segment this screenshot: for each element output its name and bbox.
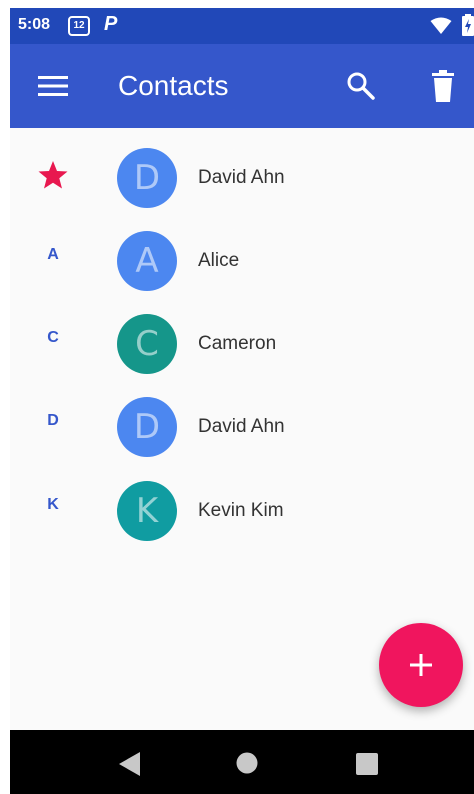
avatar: D [117,148,177,208]
wifi-icon [430,17,452,34]
contact-name: David Ahn [198,167,285,188]
navigation-bar [10,730,474,794]
app-bar: Contacts [10,44,474,128]
status-bar: 5:08 12 P [10,8,474,44]
home-icon[interactable] [236,752,258,774]
menu-icon[interactable] [38,76,68,96]
delete-icon[interactable] [432,70,454,102]
contact-row-starred[interactable]: D David Ahn [10,136,474,219]
status-time: 5:08 [18,16,51,33]
contact-name: Cameron [198,333,277,354]
contact-name: Kevin Kim [198,500,284,521]
avatar: K [117,481,177,541]
back-icon[interactable] [118,752,140,776]
avatar: A [117,231,177,291]
add-contact-button[interactable] [379,623,463,707]
search-icon[interactable] [346,71,376,101]
avatar: C [117,314,177,374]
contact-row[interactable]: C C Cameron [10,302,474,385]
phone-screen: 5:08 12 P Contacts D David Ahn A A Alice… [10,8,474,794]
section-letter: A [47,246,59,263]
contact-name: David Ahn [198,416,285,437]
notification-badge: 12 [68,16,90,36]
p-icon: P [104,13,118,35]
add-icon [410,654,432,676]
battery-icon [462,14,474,36]
contact-row[interactable]: A A Alice [10,219,474,302]
contact-row[interactable]: D D David Ahn [10,385,474,468]
contact-name: Alice [198,250,240,271]
section-letter: D [47,412,59,429]
section-letter: C [47,329,59,346]
star-icon [38,161,68,189]
page-title: Contacts [118,70,229,101]
contact-row[interactable]: K K Kevin Kim [10,469,474,552]
avatar: D [117,397,177,457]
recents-icon[interactable] [356,753,378,775]
section-letter: K [47,496,59,513]
